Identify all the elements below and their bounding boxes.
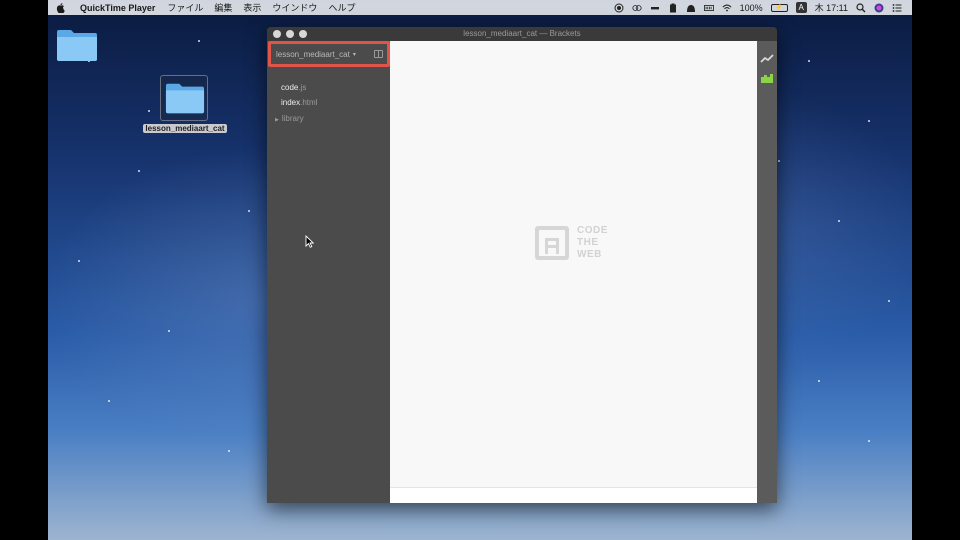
desktop-folder-icon[interactable] [56,28,98,62]
file-name: index [281,98,301,107]
wifi-icon[interactable] [722,3,732,13]
file-extension: .html [300,98,318,107]
project-dropdown[interactable]: lesson_mediaart_cat ▾ [268,41,390,67]
star [78,260,80,262]
brackets-window: lesson_mediaart_cat — Brackets lesson_me… [267,27,777,503]
project-name: lesson_mediaart_cat [276,49,350,59]
star [868,120,870,122]
star [248,210,250,212]
logo-word: WEB [577,249,602,260]
main-toolbar [757,41,777,503]
apple-menu-icon[interactable] [56,2,66,13]
star [198,40,200,42]
notification-center-icon[interactable] [892,3,902,13]
folder-icon [165,83,205,114]
star [168,330,170,332]
battery-percentage: 100% [739,2,763,13]
star [818,380,820,382]
menu-view[interactable]: 表示 [243,1,261,14]
menu-window[interactable]: ウインドウ [272,1,317,14]
screen-record-icon[interactable] [614,3,624,13]
brackets-logo-icon [535,226,569,260]
star [808,60,810,62]
logo-word: THE [577,237,599,248]
star [138,170,140,172]
star [888,300,890,302]
star [108,400,110,402]
alfred-icon[interactable] [686,3,696,13]
input-source-indicator[interactable]: A [795,2,807,13]
star [778,160,780,162]
project-sidebar: lesson_mediaart_cat ▾ code.js index.html… [267,41,390,503]
file-tree-item[interactable]: code.js [281,83,306,92]
folder-tree-item[interactable]: ▶ library [275,114,304,123]
folder-label-text: lesson_mediaart_cat [143,124,227,133]
file-name: code [281,83,299,92]
editor-area[interactable]: CODE THE WEB [390,41,757,487]
minus-icon[interactable] [650,3,660,13]
split-view-icon[interactable] [374,50,383,58]
window-title: lesson_mediaart_cat — Brackets [463,29,581,38]
battery-icon[interactable]: ⚡ [770,3,788,12]
code-the-web-logo: CODE THE WEB [535,224,615,264]
file-tree-item[interactable]: index.html [281,98,317,107]
spotlight-search-icon[interactable] [856,2,866,13]
live-preview-icon[interactable] [760,54,774,64]
menu-bar: QuickTime Player ファイル 編集 表示 ウインドウ ヘルプ 10… [48,0,912,15]
status-bar [390,487,757,503]
menu-extras: 100% ⚡ A 木 17:11 [614,0,902,15]
logo-word: CODE [577,225,608,236]
siri-icon[interactable] [874,3,884,13]
disclosure-triangle-icon[interactable]: ▶ [275,117,279,123]
window-titlebar[interactable]: lesson_mediaart_cat — Brackets [267,27,777,41]
star [868,440,870,442]
desktop: QuickTime Player ファイル 編集 表示 ウインドウ ヘルプ 10… [48,0,912,540]
menu-help[interactable]: ヘルプ [328,1,355,14]
clipboard-icon[interactable] [668,3,678,13]
star [148,110,150,112]
extension-manager-icon[interactable] [760,73,774,84]
menu-edit[interactable]: 編集 [214,1,232,14]
menu-file[interactable]: ファイル [167,1,203,14]
app-name-menu[interactable]: QuickTime Player [80,3,155,13]
creative-cloud-icon[interactable] [632,3,642,13]
file-extension: .js [298,83,307,92]
menubar-clock[interactable]: 木 17:11 [815,1,848,14]
mouse-cursor-icon [305,235,314,248]
chevron-down-icon: ▾ [352,51,356,58]
folder-name: library [281,114,304,123]
star [228,450,230,452]
desktop-folder-label[interactable]: lesson_mediaart_cat [142,124,228,134]
selected-desktop-folder[interactable] [160,75,208,121]
star [838,220,840,222]
memory-icon[interactable] [703,3,714,13]
logo-inner [545,238,559,254]
